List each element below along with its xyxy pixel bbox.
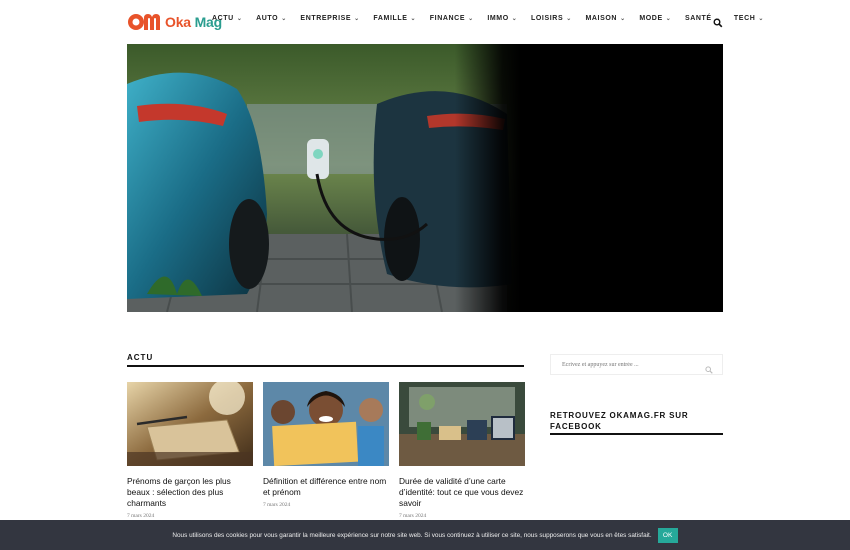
article-card[interactable]: Définition et différence entre nom et pr…: [263, 382, 389, 508]
chevron-down-icon: ⌄: [410, 16, 417, 22]
nav-item-auto[interactable]: AUTO ⌄: [256, 15, 287, 22]
hero-featured-image[interactable]: title: [127, 44, 723, 312]
nav-item-finance[interactable]: FINANCE ⌄: [430, 15, 474, 22]
sidebar-search: [550, 354, 723, 375]
nav-item-entreprise[interactable]: ENTREPRISE ⌄: [300, 15, 359, 22]
nav-item-actu[interactable]: ACTU ⌄: [212, 15, 242, 22]
article-date: 7 mars 2024: [263, 502, 291, 508]
site-logo[interactable]: Oka Mag: [127, 11, 222, 33]
article-thumbnail[interactable]: [399, 382, 525, 466]
nav-item-famille[interactable]: FAMILLE ⌄: [373, 15, 416, 22]
article-title[interactable]: Définition et différence entre nom et pr…: [263, 476, 389, 498]
cookie-text: Nous utilisons des cookies pour vous gar…: [172, 531, 652, 539]
chevron-down-icon: ⌄: [236, 16, 243, 22]
om-logo-icon: [127, 12, 163, 32]
nav-item-immo[interactable]: IMMO ⌄: [487, 15, 517, 22]
nav-item-maison[interactable]: MAISON ⌄: [585, 15, 625, 22]
sidebar-facebook-title: RETROUVEZ OKAMAG.FR SUR FACEBOOK: [550, 410, 723, 435]
chevron-down-icon: ⌄: [665, 16, 672, 22]
chevron-down-icon: ⌄: [566, 16, 572, 22]
section-title-actu: ACTU: [127, 353, 524, 367]
article-card[interactable]: Durée de validité d’une carte d’identité…: [399, 382, 525, 519]
search-icon[interactable]: [705, 361, 713, 374]
nav-item-mode[interactable]: MODE ⌄: [639, 15, 671, 22]
chevron-down-icon: ⌄: [468, 16, 474, 22]
cookie-banner: Nous utilisons des cookies pour vous gar…: [0, 520, 850, 550]
article-thumbnail[interactable]: [127, 382, 253, 466]
chevron-down-icon: ⌄: [511, 16, 518, 22]
article-date: 7 mars 2024: [399, 513, 427, 519]
search-input[interactable]: [551, 355, 701, 374]
nav-item-tech[interactable]: TECH ⌄: [734, 15, 764, 22]
article-title[interactable]: Durée de validité d’une carte d’identité…: [399, 476, 525, 509]
search-icon[interactable]: [713, 15, 723, 28]
article-card[interactable]: Prénoms de garçon les plus beaux : sélec…: [127, 382, 253, 519]
article-thumbnail[interactable]: [263, 382, 389, 466]
chevron-down-icon: ⌄: [620, 16, 626, 22]
cookie-ok-button[interactable]: OK: [657, 527, 678, 543]
article-date: 7 mars 2024: [127, 513, 155, 519]
electric-car-charging-image: [127, 44, 723, 312]
article-title[interactable]: Prénoms de garçon les plus beaux : sélec…: [127, 476, 253, 509]
nav-item-loisirs[interactable]: LOISIRS ⌄: [531, 15, 572, 22]
chevron-down-icon: ⌄: [354, 16, 360, 22]
chevron-down-icon: ⌄: [281, 16, 287, 22]
site-header: Oka Mag ACTU ⌄ AUTO ⌄ ENTREPRISE ⌄ FAMILLE ⌄…: [0, 0, 850, 42]
main-nav: ACTU ⌄ AUTO ⌄ ENTREPRISE ⌄ FAMILLE ⌄ FINANCE…: [212, 15, 778, 22]
chevron-down-icon: ⌄: [758, 16, 765, 22]
